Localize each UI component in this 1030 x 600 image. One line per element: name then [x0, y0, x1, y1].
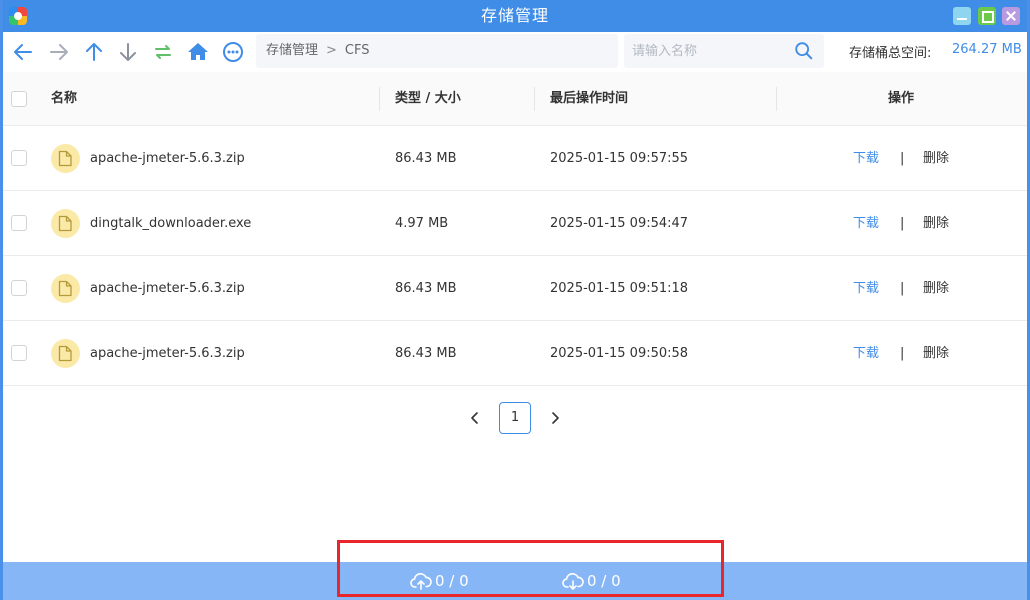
row-checkbox[interactable]: [11, 215, 27, 231]
column-header-actions: 操作: [888, 91, 915, 106]
file-size: 86.43 MB: [395, 151, 457, 166]
action-separator: |: [900, 346, 905, 361]
next-page-icon[interactable]: [547, 410, 563, 426]
row-checkbox[interactable]: [11, 345, 27, 361]
row-checkbox[interactable]: [11, 280, 27, 296]
breadcrumb-root[interactable]: 存储管理: [266, 43, 318, 58]
minimize-button[interactable]: [953, 7, 971, 25]
column-divider: [776, 87, 777, 111]
download-status[interactable]: 0 / 0: [562, 562, 642, 600]
search-box: [624, 34, 824, 68]
storage-manager-window: 存储管理 存储管理 > CFS 请输入名称 存储桶总空间: 264.27 MB …: [3, 0, 1027, 600]
storage-total-value: 264.27 MB: [952, 42, 1022, 57]
close-button[interactable]: [1002, 7, 1020, 25]
transfer-status-bar: 0 / 0 0 / 0: [3, 562, 1027, 600]
file-modified-time: 2025-01-15 09:54:47: [550, 216, 689, 231]
table-row[interactable]: dingtalk_downloader.exe 4.97 MB 2025-01-…: [3, 191, 1027, 256]
file-name[interactable]: apache-jmeter-5.6.3.zip: [90, 321, 245, 386]
forward-arrow-icon[interactable]: [47, 40, 71, 64]
download-link[interactable]: 下载: [853, 321, 879, 386]
search-input[interactable]: [632, 41, 782, 61]
file-size: 4.97 MB: [395, 216, 449, 231]
window-title: 存储管理: [480, 6, 549, 25]
download-link[interactable]: 下载: [853, 256, 879, 321]
home-icon[interactable]: [186, 40, 210, 64]
upload-count: 0 / 0: [435, 572, 469, 590]
file-modified-time: 2025-01-15 09:51:18: [550, 281, 689, 296]
table-row[interactable]: apache-jmeter-5.6.3.zip 86.43 MB 2025-01…: [3, 321, 1027, 386]
cloud-download-icon: [562, 573, 584, 590]
delete-link[interactable]: 删除: [923, 191, 949, 256]
file-name[interactable]: dingtalk_downloader.exe: [90, 191, 251, 256]
pagination: 1: [3, 402, 1027, 434]
back-arrow-icon[interactable]: [11, 40, 35, 64]
delete-link[interactable]: 删除: [923, 321, 949, 386]
file-modified-time: 2025-01-15 09:57:55: [550, 151, 689, 166]
file-icon: [51, 209, 80, 238]
upload-status[interactable]: 0 / 0: [410, 562, 490, 600]
action-separator: |: [900, 151, 905, 166]
breadcrumb-separator: >: [326, 43, 337, 58]
file-size: 86.43 MB: [395, 281, 457, 296]
table-row[interactable]: apache-jmeter-5.6.3.zip 86.43 MB 2025-01…: [3, 256, 1027, 321]
file-name[interactable]: apache-jmeter-5.6.3.zip: [90, 256, 245, 321]
delete-link[interactable]: 删除: [923, 256, 949, 321]
download-link[interactable]: 下载: [853, 126, 879, 191]
row-checkbox[interactable]: [11, 150, 27, 166]
file-icon: [51, 274, 80, 303]
download-link[interactable]: 下载: [853, 191, 879, 256]
column-divider: [379, 87, 380, 111]
table-row[interactable]: apache-jmeter-5.6.3.zip 86.43 MB 2025-01…: [3, 126, 1027, 191]
download-count: 0 / 0: [587, 572, 621, 590]
page-number-current[interactable]: 1: [499, 402, 531, 434]
search-icon[interactable]: [793, 40, 815, 62]
file-icon: [51, 144, 80, 173]
refresh-icon[interactable]: [151, 40, 175, 64]
title-bar: 存储管理: [3, 0, 1027, 32]
file-size: 86.43 MB: [395, 346, 457, 361]
file-icon: [51, 339, 80, 368]
delete-link[interactable]: 删除: [923, 126, 949, 191]
cloud-upload-icon: [410, 573, 432, 590]
column-header-modified[interactable]: 最后操作时间: [550, 72, 628, 126]
download-arrow-icon[interactable]: [116, 40, 140, 64]
file-table: 名称 类型 / 大小 最后操作时间 操作 apache-jmeter-5.6.3…: [3, 72, 1027, 386]
action-separator: |: [900, 216, 905, 231]
action-separator: |: [900, 281, 905, 296]
breadcrumb-current[interactable]: CFS: [345, 43, 370, 58]
file-modified-time: 2025-01-15 09:50:58: [550, 346, 689, 361]
maximize-button[interactable]: [978, 7, 996, 25]
column-header-name[interactable]: 名称: [51, 72, 77, 126]
select-all-checkbox[interactable]: [11, 91, 27, 107]
column-divider: [534, 87, 535, 111]
more-icon[interactable]: [221, 40, 245, 64]
table-header: 名称 类型 / 大小 最后操作时间 操作: [3, 72, 1027, 126]
column-header-type-size[interactable]: 类型 / 大小: [395, 72, 461, 126]
storage-total-label: 存储桶总空间:: [849, 46, 932, 61]
breadcrumb: 存储管理 > CFS: [256, 34, 618, 68]
upload-arrow-icon[interactable]: [82, 40, 106, 64]
prev-page-icon[interactable]: [467, 410, 483, 426]
file-name[interactable]: apache-jmeter-5.6.3.zip: [90, 126, 245, 191]
